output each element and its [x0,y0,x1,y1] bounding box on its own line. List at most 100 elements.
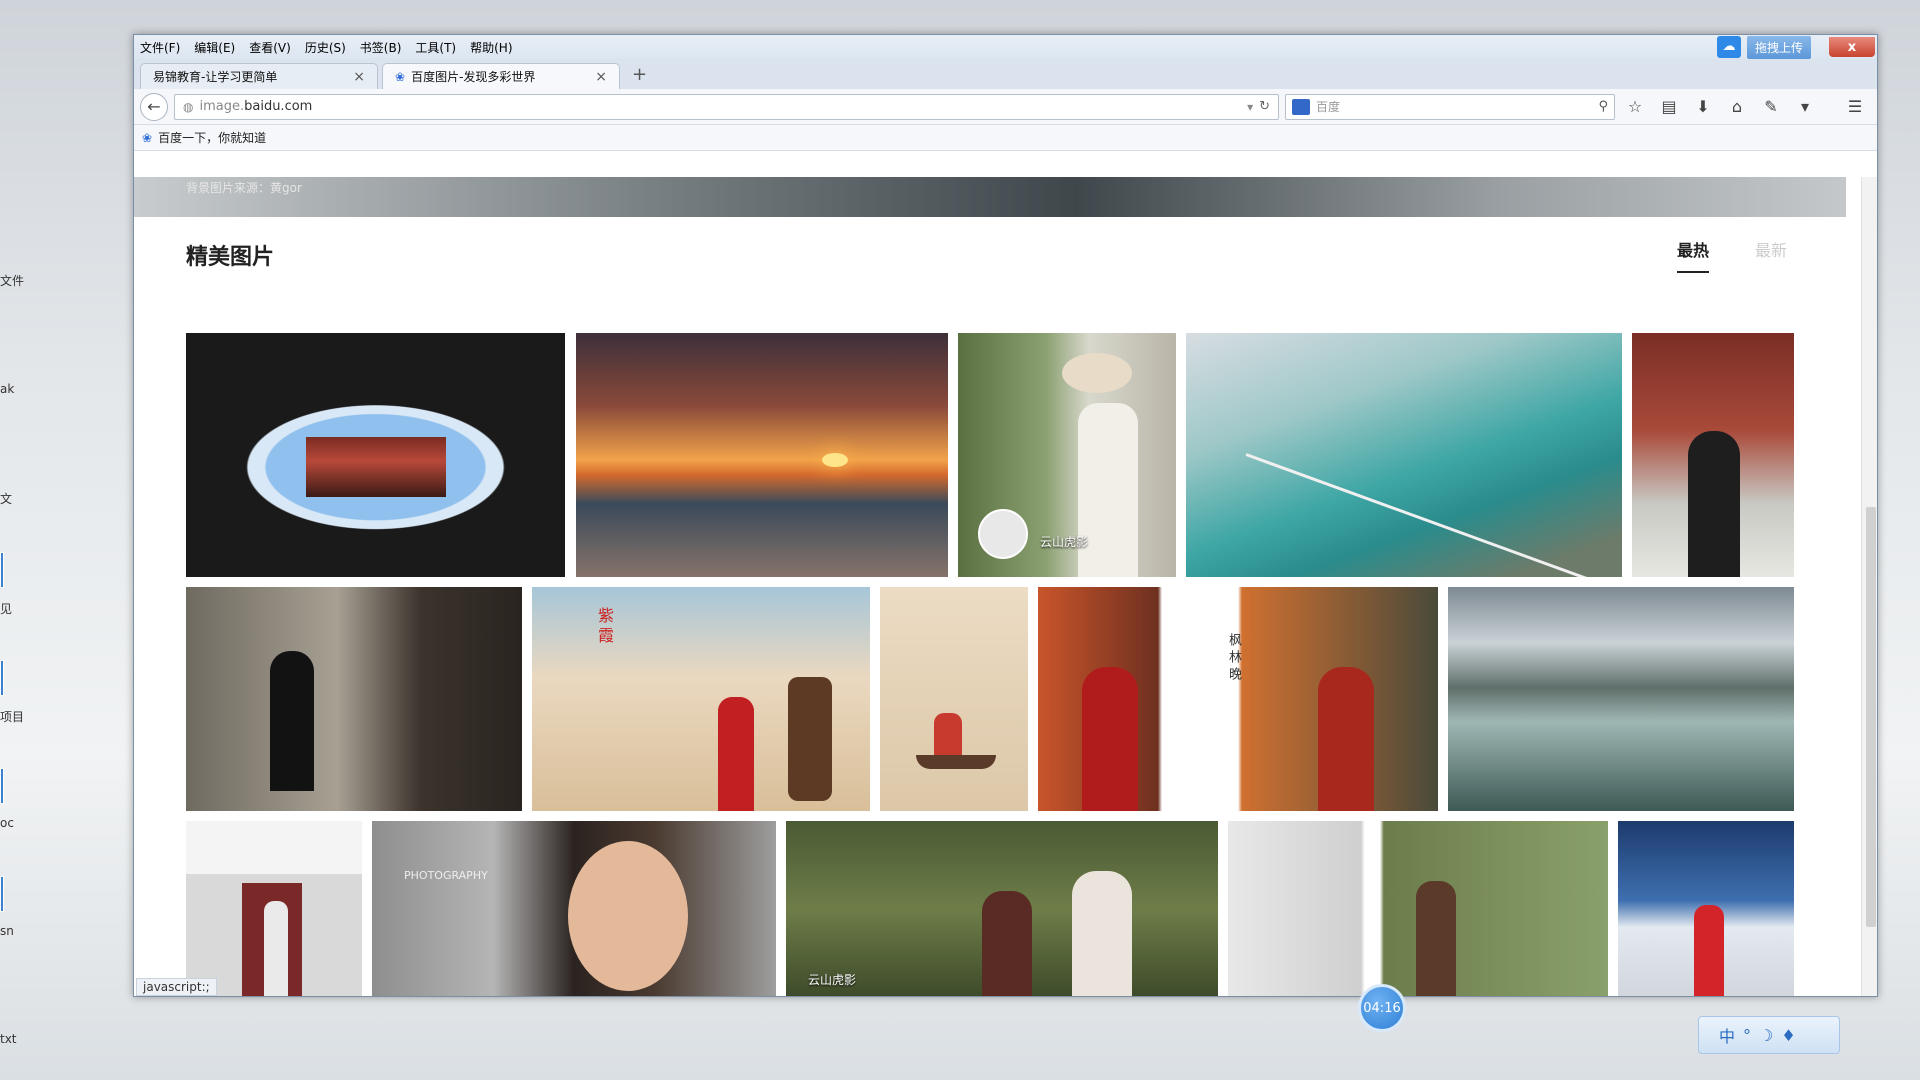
desktop-icon-2[interactable] [0,660,4,696]
moon-icon[interactable]: ☽ [1759,1026,1773,1045]
search-bar[interactable]: 百度 ⚲ [1285,93,1615,120]
vertical-scrollbar[interactable] [1861,177,1877,996]
boat-shape [916,755,996,769]
avatar [978,509,1028,559]
tab-hot[interactable]: 最热 [1676,237,1709,273]
sort-tabs: 最热 最新 [1676,237,1787,273]
figure-shape [1416,881,1456,996]
menu-help[interactable]: 帮助(H) [470,39,512,56]
photo-boat-umbrella[interactable] [880,587,1028,811]
upload-widget[interactable]: ☁ 拖拽上传 [1717,35,1827,59]
desktop-label-4[interactable]: 见 [0,600,12,617]
tab-title: 易锦教育-让学习更简单 [153,70,278,84]
photo-pavilion-reflection[interactable] [186,333,565,577]
reading-list-icon[interactable]: ▤ [1655,97,1683,116]
desktop-label-3[interactable]: 文 [0,490,12,507]
figure-shape [1082,667,1138,811]
reload-icon[interactable]: ↻ [1259,99,1270,114]
banner: 背景图片来源：黄gor [134,177,1846,217]
figure-shape [264,901,288,996]
chevron-down-icon[interactable]: ▾ [1791,97,1819,116]
dress-shape [1078,403,1138,577]
desktop-label-6[interactable]: oc [0,816,14,830]
url-bar[interactable]: ◍ image.baidu.com ▾ ↻ [174,93,1279,120]
menu-view[interactable]: 查看(V) [249,39,291,56]
star-icon[interactable]: ☆ [1621,97,1649,116]
desktop-label-1[interactable]: 文件 [0,272,24,289]
pavilion-shape [306,437,446,497]
photo-portrait-close[interactable]: PHOTOGRAPHY [372,821,776,996]
extension-icon[interactable]: ✎ [1757,97,1785,116]
punctuation-icon[interactable]: ° [1743,1026,1751,1045]
dropdown-icon[interactable]: ▾ [1247,100,1253,114]
search-icon[interactable]: ⚲ [1598,99,1608,114]
back-button[interactable]: ← [140,92,168,121]
desktop-label-7[interactable]: sn [0,924,14,938]
baidu-paw-icon: ❀ [395,69,406,84]
desktop-icon-4[interactable] [0,876,4,912]
section-title: 精美图片 [186,245,275,270]
navigation-bar: ← ◍ image.baidu.com ▾ ↻ 百度 ⚲ ☆ ▤ ⬇ ⌂ ✎ ▾… [134,89,1877,125]
figure-shape [1688,431,1740,577]
menu-file[interactable]: 文件(F) [140,39,180,56]
shirt-icon[interactable]: ♦ [1781,1026,1795,1045]
search-engine-icon[interactable] [1292,98,1310,115]
photo-caption: 云山虎影 [1040,535,1089,549]
photo-bridge-aerial[interactable] [1186,333,1622,577]
bridge-line [1245,453,1604,577]
tab-bar: 易锦教育-让学习更简单 × ❀ 百度图片-发现多彩世界 × + [134,59,1877,89]
photo-desert-horse[interactable]: 紫霞 [532,587,870,811]
desktop-label-8[interactable]: txt [0,1032,17,1046]
figure-shape [1318,667,1374,811]
scrollbar-thumb[interactable] [1866,507,1876,927]
upload-label: 拖拽上传 [1747,35,1812,59]
desktop-icon-1[interactable] [0,552,4,588]
photo-mountain-lake[interactable] [1448,587,1794,811]
url-prefix: image. [199,99,245,114]
tab-close-icon[interactable]: × [353,69,365,85]
photo-picnic[interactable]: 云山虎影 [786,821,1218,996]
photo-girl-stairs[interactable] [186,587,522,811]
photo-woman-temple[interactable] [1632,333,1794,577]
download-icon[interactable]: ⬇ [1689,97,1717,116]
menu-edit[interactable]: 编辑(E) [194,39,235,56]
desktop-label-2[interactable]: ak [0,382,14,396]
desktop-icon-3[interactable] [0,768,4,804]
menu-history[interactable]: 历史(S) [305,39,346,56]
ime-mode-label[interactable]: 中 [1719,1023,1735,1047]
tab-title: 百度图片-发现多彩世界 [411,70,536,84]
tab-yijin[interactable]: 易锦教育-让学习更简单 × [140,63,378,89]
cloud-icon: ☁ [1717,36,1741,58]
tab-baidu-image[interactable]: ❀ 百度图片-发现多彩世界 × [382,63,620,89]
figure-shape [718,697,754,811]
hamburger-menu-icon[interactable]: ☰ [1841,97,1869,116]
figure-shape [1694,905,1724,996]
photo-porch-girl[interactable] [1228,821,1608,996]
figure-shape [1072,871,1132,996]
window-close-button[interactable]: x [1829,37,1875,57]
photo-red-dress-salt-flat[interactable] [1618,821,1794,996]
face-shape [568,841,688,991]
globe-icon: ◍ [183,99,194,114]
recording-timer[interactable]: 04:16 [1358,984,1406,1032]
bookmark-baidu[interactable]: 百度一下，你就知道 [158,129,266,146]
photo-caption: PHOTOGRAPHY [404,869,488,882]
menu-bookmarks[interactable]: 书签(B) [360,39,402,56]
horse-shape [788,677,832,801]
home-icon[interactable]: ⌂ [1723,97,1751,116]
browser-window: 文件(F) 编辑(E) 查看(V) 历史(S) 书签(B) 工具(T) 帮助(H… [133,34,1878,997]
photo-hat-girl[interactable]: 云山虎影 [958,333,1176,577]
new-tab-button[interactable]: + [624,63,655,89]
photo-caption: 紫霞 [595,607,614,647]
menu-tools[interactable]: 工具(T) [415,39,456,56]
url-host: baidu.com [244,99,313,114]
photo-maple-hanfu[interactable]: 枫林晚 [1038,587,1438,811]
tab-close-icon[interactable]: × [595,69,607,85]
photo-girl-doorway[interactable] [186,821,362,996]
ime-toolbar[interactable]: 中 ° ☽ ♦ [1698,1016,1840,1054]
desktop-label-5[interactable]: 项目 [0,708,24,725]
photo-sunset-beach[interactable] [576,333,948,577]
search-placeholder: 百度 [1316,100,1341,114]
tab-new[interactable]: 最新 [1755,237,1787,273]
photo-caption: 枫林晚 [1226,633,1241,684]
